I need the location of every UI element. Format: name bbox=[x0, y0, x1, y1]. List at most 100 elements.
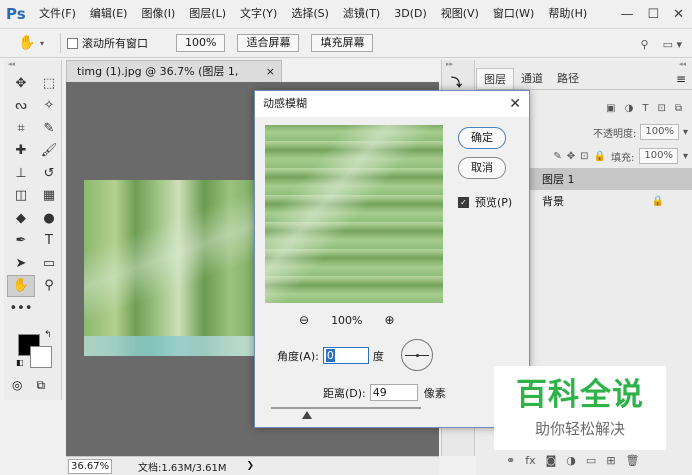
distance-slider-track[interactable] bbox=[271, 407, 421, 409]
layer-row-layer1[interactable]: 图层 1 bbox=[530, 168, 692, 190]
search-icon[interactable]: ⚲ bbox=[641, 38, 649, 51]
filter-type-icon[interactable]: T bbox=[642, 103, 648, 114]
document-tab[interactable]: timg (1).jpg @ 36.7% (图层 1, RGB/8#) * × bbox=[66, 60, 282, 100]
hand-tool-icon[interactable]: ✋ bbox=[7, 274, 35, 297]
tab-layers[interactable]: 图层 bbox=[476, 68, 514, 89]
preview-checkbox[interactable]: ✓ bbox=[458, 196, 469, 208]
healing-brush-tool-icon[interactable]: ✚ bbox=[7, 140, 35, 163]
zoom-tool-icon[interactable]: ⚲ bbox=[35, 275, 63, 298]
link-layers-icon[interactable]: ⚭ bbox=[506, 454, 515, 467]
menu-file[interactable]: 文件(F) bbox=[32, 0, 83, 28]
clone-stamp-tool-icon[interactable]: ⊥ bbox=[7, 162, 35, 185]
new-layer-icon[interactable]: ⊞ bbox=[606, 454, 615, 467]
new-group-icon[interactable]: ▭ bbox=[586, 454, 596, 467]
lasso-tool-icon[interactable]: ᔓ bbox=[7, 95, 35, 118]
menu-image[interactable]: 图像(I) bbox=[134, 0, 182, 28]
pen-tool-icon[interactable]: ✒ bbox=[7, 230, 35, 253]
hand-tool-preset-icon[interactable]: ✋ bbox=[18, 33, 40, 53]
workspace-icon[interactable]: ▭ ▾ bbox=[663, 38, 682, 51]
angle-input[interactable]: 0 bbox=[322, 347, 369, 364]
scroll-all-windows-checkbox[interactable] bbox=[67, 37, 79, 49]
panel-grip[interactable]: ◂◂ bbox=[476, 60, 692, 68]
status-menu-icon[interactable]: ❯ bbox=[247, 461, 255, 471]
eraser-tool-icon[interactable]: ◫ bbox=[7, 185, 35, 208]
quick-mask-icon[interactable]: ◎ bbox=[12, 378, 22, 393]
fill-dropdown-icon[interactable]: ▾ bbox=[683, 151, 688, 162]
distance-slider-thumb[interactable] bbox=[302, 411, 312, 419]
menu-edit[interactable]: 编辑(E) bbox=[83, 0, 135, 28]
canvas-image[interactable] bbox=[84, 180, 256, 356]
eyedropper-tool-icon[interactable]: ✎ bbox=[35, 117, 63, 140]
close-window-icon[interactable]: ✕ bbox=[673, 7, 684, 22]
type-tool-icon[interactable]: T bbox=[35, 230, 63, 253]
strip-grip[interactable]: ▸▸ bbox=[442, 60, 474, 68]
cancel-button[interactable]: 取消 bbox=[458, 157, 506, 179]
close-document-icon[interactable]: × bbox=[266, 61, 275, 83]
watermark: 百科全说 助你轻松解决 bbox=[494, 366, 666, 450]
fill-screen-button[interactable]: 填充屏幕 bbox=[311, 34, 374, 52]
screen-mode-icon[interactable]: ⧉ bbox=[36, 378, 45, 393]
history-panel-icon[interactable]: ⤵ bbox=[451, 74, 474, 90]
move-tool-icon[interactable]: ✥ bbox=[7, 72, 35, 95]
layer-row-background[interactable]: 背景 🔒 bbox=[530, 190, 692, 212]
opacity-label: 不透明度: bbox=[593, 128, 637, 140]
tab-channels[interactable]: 通道 bbox=[514, 68, 550, 89]
preset-dropdown-icon[interactable]: ▾ bbox=[40, 39, 44, 48]
marquee-tool-icon[interactable]: ⬚ bbox=[35, 72, 63, 95]
lock-pixels-icon[interactable]: ✎ bbox=[553, 151, 561, 162]
distance-input[interactable]: 49 bbox=[369, 384, 418, 401]
menu-3d[interactable]: 3D(D) bbox=[387, 0, 434, 28]
dodge-tool-icon[interactable]: ● bbox=[35, 207, 63, 230]
filter-image-icon[interactable]: ▣ bbox=[606, 103, 615, 114]
default-colors-icon[interactable]: ◧ bbox=[16, 358, 24, 367]
toolbar-grip[interactable]: ◂◂ bbox=[4, 60, 61, 68]
history-brush-tool-icon[interactable]: ↺ bbox=[35, 162, 63, 185]
blur-tool-icon[interactable]: ◆ bbox=[7, 207, 35, 230]
opacity-field[interactable]: 100% bbox=[640, 124, 679, 140]
zoom-100-button[interactable]: 100% bbox=[176, 34, 226, 52]
filter-shape-icon[interactable]: ⊡ bbox=[657, 103, 665, 114]
lock-all-icon[interactable]: 🔒 bbox=[594, 151, 606, 162]
lock-artboard-icon[interactable]: ⊡ bbox=[580, 151, 588, 162]
layer-style-icon[interactable]: fx bbox=[525, 454, 535, 467]
adjustment-layer-icon[interactable]: ◑ bbox=[566, 454, 576, 467]
fill-field[interactable]: 100% bbox=[639, 148, 678, 164]
menu-help[interactable]: 帮助(H) bbox=[541, 0, 594, 28]
menu-filter[interactable]: 滤镜(T) bbox=[336, 0, 387, 28]
magic-wand-tool-icon[interactable]: ✧ bbox=[35, 95, 63, 118]
minimize-icon[interactable]: — bbox=[620, 7, 633, 22]
background-color-swatch[interactable] bbox=[30, 346, 52, 368]
dialog-close-icon[interactable]: ✕ bbox=[509, 91, 521, 117]
brush-tool-icon[interactable]: 🖌 bbox=[35, 140, 63, 163]
panel-menu-icon[interactable]: ≡ bbox=[676, 68, 686, 89]
maximize-icon[interactable]: ☐ bbox=[647, 7, 659, 22]
ok-button[interactable]: 确定 bbox=[458, 127, 506, 149]
swap-colors-icon[interactable]: ↰ bbox=[44, 330, 52, 340]
menu-type[interactable]: 文字(Y) bbox=[233, 0, 284, 28]
filter-smart-icon[interactable]: ⧉ bbox=[675, 103, 682, 114]
crop-tool-icon[interactable]: ⌗ bbox=[7, 117, 35, 140]
path-selection-tool-icon[interactable]: ➤ bbox=[7, 252, 35, 275]
lock-position-icon[interactable]: ✥ bbox=[567, 151, 575, 162]
menu-select[interactable]: 选择(S) bbox=[284, 0, 336, 28]
preview-zoom-value: 100% bbox=[331, 313, 363, 327]
status-zoom-field[interactable]: 36.67% bbox=[68, 458, 112, 474]
fit-screen-button[interactable]: 适合屏幕 bbox=[237, 34, 300, 52]
angle-dial[interactable] bbox=[401, 339, 433, 371]
tab-paths[interactable]: 路径 bbox=[550, 68, 586, 89]
delete-layer-icon[interactable]: 🗑 bbox=[626, 454, 640, 467]
menu-layer[interactable]: 图层(L) bbox=[182, 0, 233, 28]
opacity-dropdown-icon[interactable]: ▾ bbox=[683, 127, 688, 138]
layer-mask-icon[interactable]: ◙ bbox=[546, 454, 557, 467]
menu-window[interactable]: 窗口(W) bbox=[486, 0, 541, 28]
dialog-title-bar[interactable]: 动感模糊 ✕ bbox=[255, 91, 529, 117]
filter-preview[interactable] bbox=[265, 125, 443, 303]
zoom-out-icon[interactable]: ⊖ bbox=[299, 313, 309, 327]
more-tools-icon[interactable]: ••• bbox=[7, 297, 35, 320]
preview-toggle[interactable]: ✓ 预览(P) bbox=[458, 194, 512, 210]
rectangle-tool-icon[interactable]: ▭ bbox=[35, 252, 63, 275]
filter-adjustment-icon[interactable]: ◑ bbox=[625, 103, 634, 114]
zoom-in-icon[interactable]: ⊕ bbox=[385, 313, 395, 327]
menu-view[interactable]: 视图(V) bbox=[434, 0, 486, 28]
gradient-tool-icon[interactable]: ▦ bbox=[35, 185, 63, 208]
